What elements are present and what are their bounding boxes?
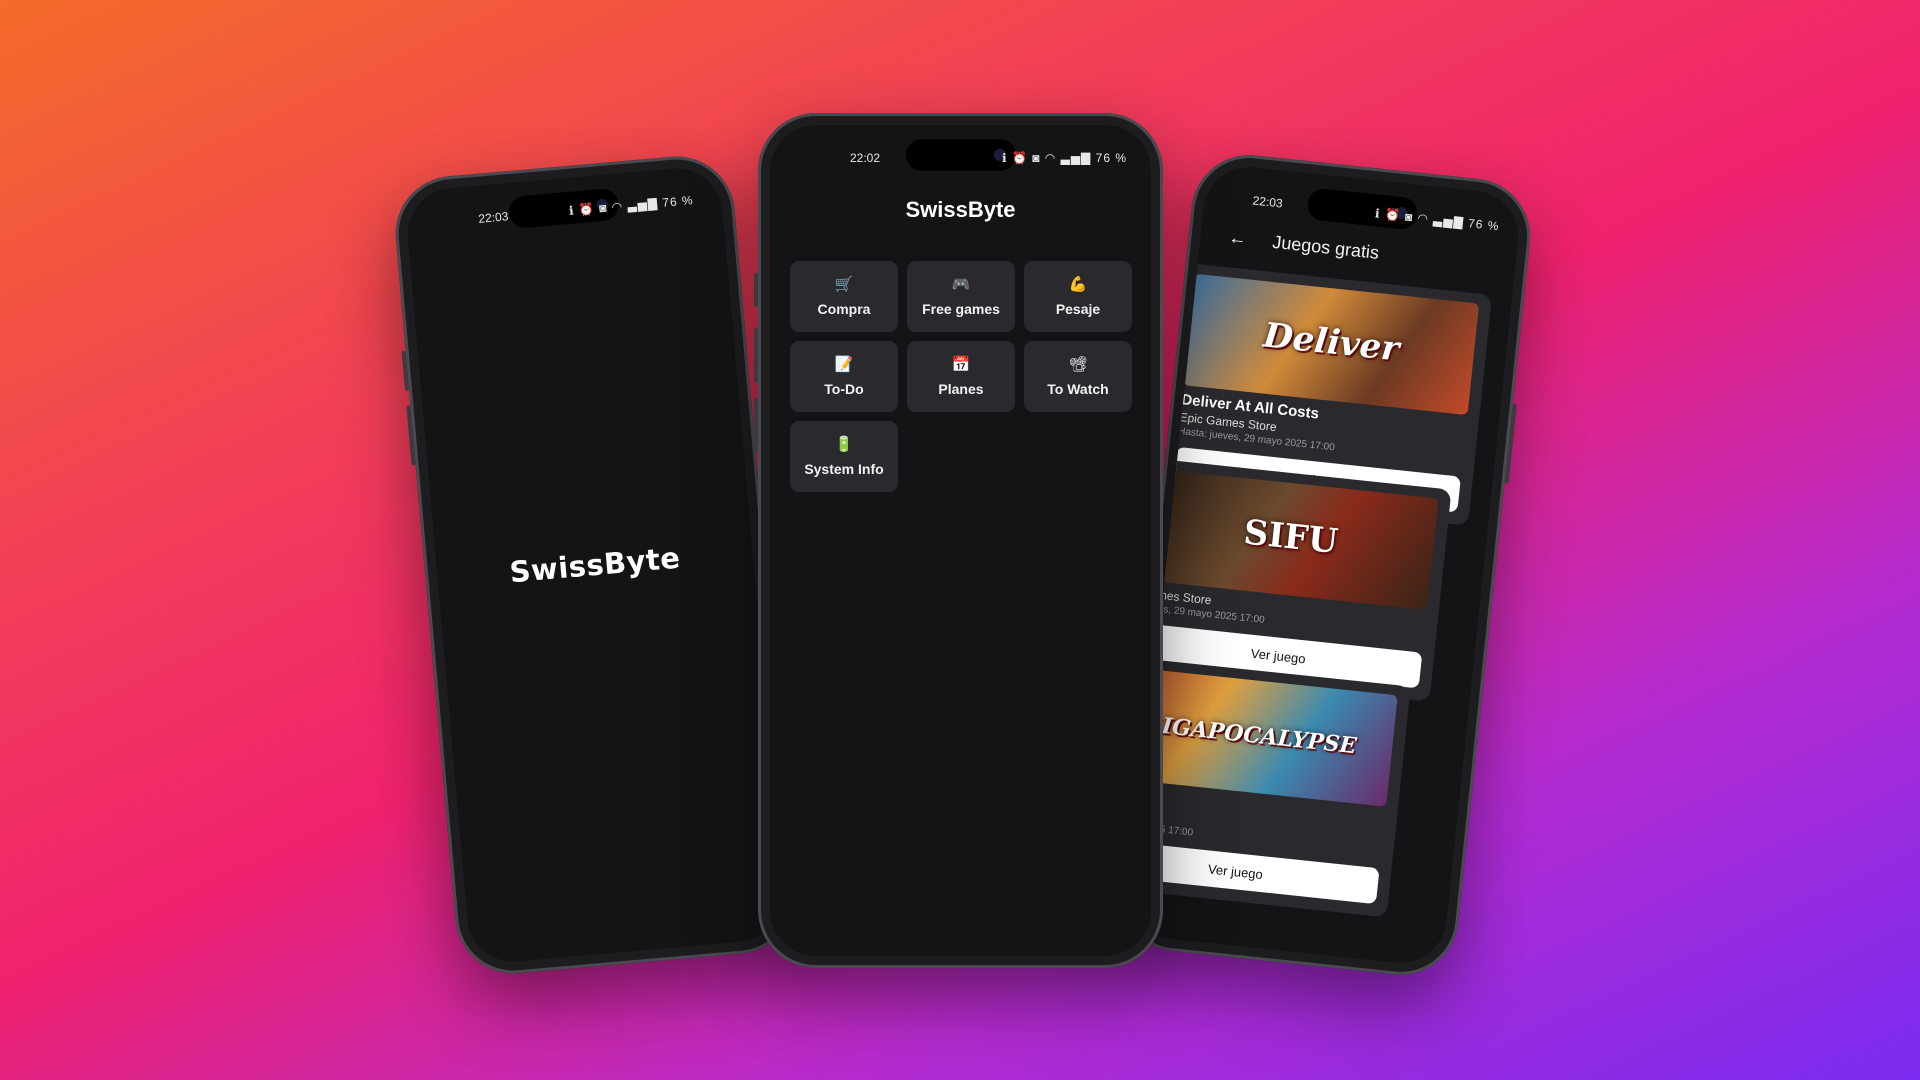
tile-pesaje[interactable]: 💪 Pesaje xyxy=(1024,261,1132,332)
tile-label: To Watch xyxy=(1047,380,1109,397)
volume-button xyxy=(406,405,416,466)
battery-icon: 🔋 xyxy=(834,435,854,453)
cart-icon: 🛒 xyxy=(834,275,854,293)
free-games-screen: 22:03 ℹ ⏰ ◙ ◠ ▃▅▇ 76 % ← Juegos gratis D… xyxy=(1127,162,1523,968)
game-cover-image[interactable]: Deliver xyxy=(1183,273,1480,416)
status-time: 22:03 xyxy=(1251,193,1284,211)
status-icons: ℹ ⏰ ◙ ◠ ▃▅▇ 76 % xyxy=(1002,151,1127,165)
page-title: Juegos gratis xyxy=(1271,231,1381,263)
volume-up-button xyxy=(754,328,758,383)
cover-logo-text: SIFU xyxy=(1241,512,1340,563)
battery-level: 76 % xyxy=(1095,151,1127,165)
volume-down-button xyxy=(754,398,758,453)
center-phone: 22:02 ℹ ⏰ ◙ ◠ ▃▅▇ 76 % SwissByte 🛒 Compr… xyxy=(754,113,1163,968)
calendar-icon: 📅 xyxy=(951,355,971,373)
tile-label: Planes xyxy=(938,380,984,397)
tile-planes[interactable]: 📅 Planes xyxy=(907,341,1015,412)
app-bar: ← Juegos gratis xyxy=(1228,227,1497,276)
status-time: 22:03 xyxy=(477,209,509,226)
tile-compra[interactable]: 🛒 Compra xyxy=(790,261,898,332)
tile-to-watch[interactable]: 📽 To Watch xyxy=(1024,341,1132,412)
cover-logo-text: Deliver xyxy=(1261,315,1402,370)
tile-label: Pesaje xyxy=(1055,300,1101,317)
right-phone: 22:03 ℹ ⏰ ◙ ◠ ▃▅▇ 76 % ← Juegos gratis D… xyxy=(1114,149,1536,981)
side-button xyxy=(401,350,410,391)
left-phone: 22:03 ℹ ⏰ ◙ ◠ ▃▅▇ 76 % SwissByte xyxy=(390,151,800,979)
muscle-icon: 💪 xyxy=(1068,275,1088,293)
tile-free-games[interactable]: 🎮 Free games xyxy=(907,261,1015,332)
action-button xyxy=(754,273,758,307)
tile-label: Free games xyxy=(922,300,1000,317)
battery-level: 76 % xyxy=(661,193,695,210)
game-card: GIGAPOCALYPSE alypse s Store , 29 mayo 2… xyxy=(1127,654,1411,918)
dynamic-island xyxy=(905,139,1016,171)
projector-icon: 📽 xyxy=(1068,355,1088,373)
splash-logo: SwissByte xyxy=(508,540,682,590)
memo-icon: 📝 xyxy=(834,355,854,373)
app-title: SwissByte xyxy=(905,197,1016,222)
back-arrow-icon[interactable]: ← xyxy=(1228,227,1248,250)
power-button xyxy=(1504,403,1517,484)
status-time: 22:02 xyxy=(850,151,881,165)
tile-label: Compra xyxy=(817,300,871,317)
splash-screen: 22:03 ℹ ⏰ ◙ ◠ ▃▅▇ 76 % SwissByte xyxy=(403,164,787,966)
battery-level: 76 % xyxy=(1467,216,1501,234)
status-icons: ℹ ⏰ ◙ ◠ ▃▅▇ 76 % xyxy=(1374,206,1500,233)
tile-label: To-Do xyxy=(824,380,864,397)
status-signal-icons: ℹ ⏰ ◙ ◠ ▃▅▇ xyxy=(1002,151,1092,165)
cover-logo-text: GIGAPOCALYPSE xyxy=(1141,710,1358,760)
gamepad-icon: 🎮 xyxy=(951,275,971,293)
tile-label: System Info xyxy=(804,460,884,477)
tile-to-do[interactable]: 📝 To-Do xyxy=(790,341,898,412)
game-cover-image[interactable]: SIFU xyxy=(1142,468,1439,610)
home-screen: 22:02 ℹ ⏰ ◙ ◠ ▃▅▇ 76 % SwissByte 🛒 Compr… xyxy=(770,125,1151,956)
feature-grid: 🛒 Compra 🎮 Free games 💪 Pesaje 📝 To-Do 📅… xyxy=(790,261,1132,492)
game-cover-image[interactable]: GIGAPOCALYPSE xyxy=(1127,665,1398,807)
tile-system-info[interactable]: 🔋 System Info xyxy=(790,421,898,492)
